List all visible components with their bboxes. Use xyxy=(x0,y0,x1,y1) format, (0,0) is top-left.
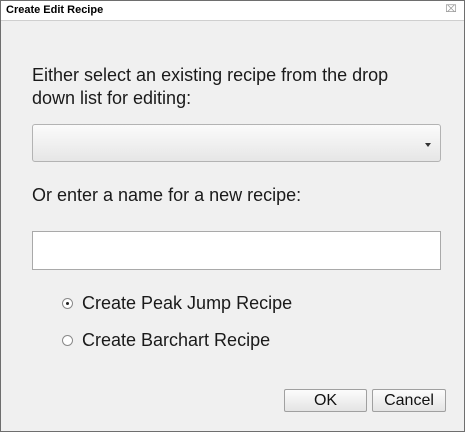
title-bar[interactable]: Create Edit Recipe ⌧ xyxy=(1,1,464,21)
existing-recipe-prompt: Either select an existing recipe from th… xyxy=(32,65,389,108)
radio-label: Create Barchart Recipe xyxy=(82,329,271,350)
cancel-button[interactable]: Cancel xyxy=(372,389,446,412)
new-recipe-name-input[interactable] xyxy=(32,231,441,270)
radio-peak-jump-recipe[interactable]: Create Peak Jump Recipe xyxy=(62,292,292,314)
create-edit-recipe-dialog: Create Edit Recipe ⌧ Either select an ex… xyxy=(0,0,465,432)
close-icon[interactable]: ⌧ xyxy=(444,3,458,17)
dialog-title: Create Edit Recipe xyxy=(6,4,104,16)
new-recipe-prompt: Or enter a name for a new recipe: xyxy=(32,185,302,205)
radio-label: Create Peak Jump Recipe xyxy=(82,292,293,313)
existing-recipe-dropdown[interactable] xyxy=(32,124,441,162)
radio-barchart-recipe[interactable]: Create Barchart Recipe xyxy=(62,329,270,351)
radio-button-unchecked[interactable] xyxy=(62,334,73,346)
radio-button-checked[interactable] xyxy=(62,297,73,309)
ok-button[interactable]: OK xyxy=(284,389,367,412)
chevron-down-icon xyxy=(425,143,431,147)
